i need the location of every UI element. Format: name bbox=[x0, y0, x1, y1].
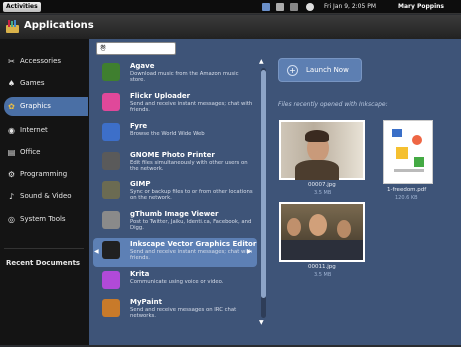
sidebar-item-label: Accessories bbox=[20, 57, 62, 65]
list-item-gnome-photo-printer[interactable]: GNOME Photo Printer Edit files simultane… bbox=[93, 149, 257, 178]
sidebar-item-label: System Tools bbox=[20, 215, 66, 223]
header: Applications bbox=[0, 15, 461, 39]
app-description: Edit files simultaneously with other use… bbox=[130, 160, 248, 173]
file-size: 3.5 MB bbox=[314, 272, 332, 278]
sidebar-item-label: Graphics bbox=[20, 102, 51, 110]
file-name: 1-freedom.pdf bbox=[387, 187, 427, 193]
app-description: Post to Twitter, Jaiku, Identi.ca, Faceb… bbox=[130, 219, 252, 232]
applications-icon bbox=[6, 20, 19, 33]
graphics-icon: ✿ bbox=[8, 102, 15, 111]
recent-files-heading: Files recently opened with Inkscape: bbox=[278, 101, 388, 108]
app-description: Communicate using voice or video. bbox=[130, 279, 224, 285]
sidebar-item-accessories[interactable]: ✂ Accessories bbox=[4, 52, 88, 71]
scroll-down-icon[interactable]: ▼ bbox=[259, 319, 264, 326]
list-item-gthumb[interactable]: gThumb Image Viewer Post to Twitter, Jai… bbox=[93, 208, 257, 237]
scroll-up-icon[interactable]: ▲ bbox=[259, 58, 264, 65]
sidebar-item-label: Sound & Video bbox=[20, 192, 72, 200]
chevron-left-icon[interactable]: ◀ bbox=[94, 248, 99, 255]
file-name: 00011.jpg bbox=[308, 264, 336, 270]
user-menu[interactable]: Mary Poppins bbox=[398, 2, 444, 12]
app-description: Send and receive messages on IRC chat ne… bbox=[130, 307, 237, 320]
sidebar-item-programming[interactable]: ⚙ Programming bbox=[4, 165, 88, 184]
list-item-flickr-uploader[interactable]: Flickr Uploader Send and receive instant… bbox=[93, 90, 257, 119]
app-name: GIMP bbox=[130, 180, 151, 188]
file-size: 3.5 MB bbox=[314, 190, 332, 196]
recent-documents-button[interactable]: Recent Documents bbox=[6, 259, 80, 267]
app-name: MyPaint bbox=[130, 298, 162, 306]
sidebar-item-label: Programming bbox=[20, 170, 68, 178]
file-size: 120.6 KB bbox=[395, 195, 418, 201]
app-name: gThumb Image Viewer bbox=[130, 210, 219, 218]
page-title: Applications bbox=[24, 20, 94, 31]
clock[interactable]: Fri Jan 9, 2:05 PM bbox=[324, 2, 376, 12]
inkscape-icon bbox=[102, 241, 120, 259]
list-item-agave[interactable]: Agave Download music from the Amazon mus… bbox=[93, 60, 257, 89]
office-icon: ▤ bbox=[7, 148, 16, 157]
sidebar-item-label: Internet bbox=[20, 126, 48, 134]
gthumb-icon bbox=[102, 211, 120, 229]
list-item-fyre[interactable]: Fyre Browse the World Wide Web bbox=[93, 120, 257, 149]
list-item-inkscape[interactable]: ◀ Inkscape Vector Graphics Editor Send a… bbox=[93, 238, 257, 267]
recent-file-1-freedom[interactable]: 1-freedom.pdf 120.6 KB bbox=[379, 120, 459, 204]
display-icon[interactable] bbox=[276, 3, 284, 11]
app-description: Sync or backup files to or from other lo… bbox=[130, 189, 253, 202]
app-list: Agave Download music from the Amazon mus… bbox=[93, 60, 257, 330]
gimp-icon bbox=[102, 181, 120, 199]
app-name: Krita bbox=[130, 270, 150, 278]
sidebar-item-system-tools[interactable]: ◎ System Tools bbox=[4, 210, 88, 229]
sidebar: ✂ Accessories ♠ Games ✿ Graphics ◉ Inter… bbox=[0, 39, 89, 345]
chevron-right-icon[interactable]: ▶ bbox=[247, 248, 252, 255]
sound-video-icon: ♪ bbox=[8, 192, 15, 201]
app-description: Browse the World Wide Web bbox=[130, 131, 205, 137]
sidebar-item-label: Office bbox=[20, 148, 41, 156]
fyre-icon bbox=[102, 123, 120, 141]
accessories-icon: ✂ bbox=[8, 57, 15, 66]
app-description: Send and receive instant messages; chat … bbox=[130, 249, 253, 262]
games-icon: ♠ bbox=[7, 79, 16, 88]
gnome-photo-printer-icon bbox=[102, 152, 120, 170]
sidebar-item-sound-video[interactable]: ♪ Sound & Video bbox=[4, 187, 88, 206]
programming-icon: ⚙ bbox=[7, 170, 16, 179]
list-item-mypaint[interactable]: MyPaint Send and receive messages on IRC… bbox=[93, 296, 257, 325]
top-panel: Activities Fri Jan 9, 2:05 PM Mary Poppi… bbox=[0, 0, 461, 14]
app-list-scrollbar[interactable]: ▲ ▼ bbox=[259, 58, 268, 328]
system-tools-icon: ◎ bbox=[8, 215, 15, 224]
app-description: Download music from the Amazon music sto… bbox=[130, 71, 239, 84]
battery-icon[interactable] bbox=[290, 3, 298, 11]
weather-icon[interactable] bbox=[306, 3, 314, 11]
list-item-krita[interactable]: Krita Communicate using voice or video. bbox=[93, 268, 257, 297]
internet-icon: ◉ bbox=[8, 126, 15, 135]
launch-now-button[interactable]: + Launch Now bbox=[278, 58, 362, 82]
list-item-gimp[interactable]: GIMP Sync or backup files to or from oth… bbox=[93, 178, 257, 207]
agave-icon bbox=[102, 63, 120, 81]
sidebar-item-internet[interactable]: ◉ Internet bbox=[4, 121, 88, 140]
mypaint-icon bbox=[102, 299, 120, 317]
photo-group-icon bbox=[279, 202, 365, 262]
app-name: Flickr Uploader bbox=[130, 92, 191, 100]
krita-icon bbox=[102, 271, 120, 289]
search-input[interactable]: 巻 bbox=[96, 42, 176, 55]
app-name: Agave bbox=[130, 62, 155, 70]
sidebar-divider bbox=[4, 248, 84, 249]
app-description: Send and receive instant messages; chat … bbox=[130, 101, 253, 114]
sidebar-item-office[interactable]: ▤ Office bbox=[4, 143, 88, 162]
sidebar-item-label: Games bbox=[20, 79, 45, 87]
sidebar-item-games[interactable]: ♠ Games bbox=[4, 74, 88, 93]
flickr-uploader-icon bbox=[102, 93, 120, 111]
file-name: 00007.jpg bbox=[308, 182, 336, 188]
plus-icon: + bbox=[287, 65, 298, 76]
pdf-document-icon bbox=[383, 120, 433, 184]
app-name: GNOME Photo Printer bbox=[130, 151, 215, 159]
scroll-thumb[interactable] bbox=[261, 70, 266, 298]
network-icon[interactable] bbox=[262, 3, 270, 11]
photo-man-icon bbox=[279, 120, 365, 180]
launch-label: Launch Now bbox=[306, 66, 349, 74]
sidebar-item-graphics[interactable]: ✿ Graphics bbox=[4, 97, 88, 116]
app-name: Fyre bbox=[130, 122, 148, 130]
recent-file-00007[interactable]: 00007.jpg 3.5 MB bbox=[279, 120, 369, 200]
recent-file-00011[interactable]: 00011.jpg 3.5 MB bbox=[279, 202, 369, 286]
app-name: Inkscape Vector Graphics Editor bbox=[130, 240, 257, 248]
activities-button[interactable]: Activities bbox=[3, 2, 41, 12]
